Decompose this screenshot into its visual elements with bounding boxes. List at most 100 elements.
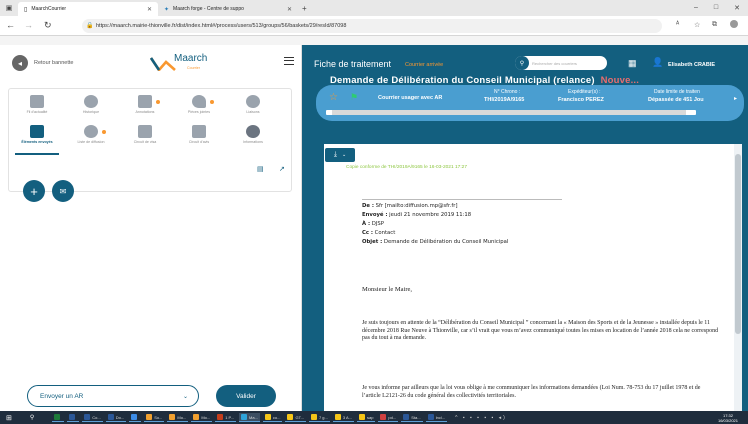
apps-grid-icon[interactable]: ▦ xyxy=(628,58,637,69)
attachments-icon xyxy=(192,95,206,108)
tool-sent-items[interactable]: Éléments envoyés xyxy=(15,125,59,144)
taskbar-item[interactable]: sap xyxy=(356,413,376,422)
tab-maarchcourrier[interactable]: ▯ MaarchCourrier ✕ xyxy=(18,2,158,16)
close-window-icon[interactable]: ✕ xyxy=(734,4,740,12)
taskbar-item[interactable]: Ma... xyxy=(239,413,260,422)
taskbar-item[interactable]: GT... xyxy=(285,413,306,422)
close-tab-icon[interactable]: ✕ xyxy=(287,6,292,13)
url-text: https://maarch.mairie-thionville.fr/dist… xyxy=(96,23,347,29)
info-arrow-icon[interactable]: ▸ xyxy=(734,95,737,102)
taskbar-item[interactable]: So... xyxy=(144,413,165,422)
active-tool-underline xyxy=(15,153,59,155)
user-name[interactable]: Elisabeth CRABIE xyxy=(668,62,715,68)
taskbar-item[interactable]: Mo... xyxy=(167,413,189,422)
menu-icon[interactable] xyxy=(284,57,294,65)
chevron-down-icon: ⌄ xyxy=(182,393,188,400)
taskbar-label: sap xyxy=(366,414,374,420)
taskbar-item[interactable]: 1 P... xyxy=(215,413,237,422)
browser-menu-icon[interactable]: ▣ xyxy=(0,1,18,15)
taskbar-item[interactable]: Sta... xyxy=(401,413,423,422)
clock[interactable]: 17:32 16/03/2021 xyxy=(718,413,738,423)
new-tab-button[interactable]: + xyxy=(302,4,307,13)
download-button[interactable]: ⤓ ⌄ xyxy=(324,147,356,163)
sender-label: Expéditeur(s) : xyxy=(568,89,601,95)
maarch-favicon-icon: ✦ xyxy=(164,6,170,13)
profile-icon[interactable] xyxy=(730,20,738,28)
search-icon[interactable]: ⚲ xyxy=(30,414,34,421)
taskbar-item[interactable]: 3 A... xyxy=(332,413,354,422)
tool-label: Fil d'actualité xyxy=(26,110,48,114)
tool-news-feed[interactable]: Fil d'actualité xyxy=(15,95,59,114)
taskbar: ⊞ ⚲ Co... Do... So... Mo... Mo... 1 P...… xyxy=(0,411,748,424)
tool-label: Liaisons xyxy=(246,110,260,114)
back-basket-label: Retour bannette xyxy=(34,60,74,66)
tool-diffusion-list[interactable]: Liste de diffusion xyxy=(69,125,113,144)
flag-icon[interactable]: ⚑ xyxy=(350,92,358,103)
edit-external-icon[interactable]: ↗ xyxy=(279,165,285,173)
tool-attachments[interactable]: Pièces jointes xyxy=(177,95,221,114)
tab-maarch-forge[interactable]: ✦ Maarch forge - Centre de suppo ✕ xyxy=(158,2,298,16)
taskbar-item[interactable]: 7 g... xyxy=(308,413,330,422)
tool-links[interactable]: Liaisons xyxy=(231,95,275,114)
taskbar-item[interactable]: Co... xyxy=(82,413,103,422)
taskbar-label: Co... xyxy=(92,414,101,420)
taskbar-item[interactable] xyxy=(52,413,65,422)
tray-icons[interactable]: ^ ▪ ▪ ▪ ▪ ▪ ◂) xyxy=(455,415,507,421)
back-basket-button[interactable]: ◂ Retour bannette xyxy=(12,55,73,71)
tool-annotations[interactable]: Annotations xyxy=(123,95,167,114)
field-key: Objet : xyxy=(362,239,383,245)
document-scrollbar[interactable] xyxy=(734,144,742,411)
validate-button[interactable]: Valider xyxy=(216,385,276,407)
tools-panel: Fil d'actualité Historique Annotations P… xyxy=(8,88,292,192)
document-icon[interactable]: ▤ xyxy=(257,165,264,173)
taskbar-label: Do... xyxy=(115,414,125,420)
mail-to: À : DJSP xyxy=(362,220,562,229)
tab-title: Maarch forge - Centre de suppo xyxy=(173,6,244,12)
search-field[interactable]: ⚲ Rechercher des courriers xyxy=(515,56,607,70)
tool-opinion-circuit[interactable]: Circuit d'avis xyxy=(177,125,221,144)
taskbar-item[interactable]: pd... xyxy=(378,413,399,422)
taskbar-item[interactable] xyxy=(67,413,80,422)
document-viewer: Copie conforme de THI/2019A/9165 le 16-0… xyxy=(324,144,734,411)
taskbar-label: 3 A... xyxy=(342,414,352,420)
user-avatar-icon[interactable]: 👤 xyxy=(652,57,663,68)
star-icon[interactable]: ☆ xyxy=(329,92,338,103)
tool-visa-circuit[interactable]: Circuit de visa xyxy=(123,125,167,144)
mail-subject: Objet : Demande de Délibération du Conse… xyxy=(362,238,562,247)
read-aloud-icon[interactable]: ᴬ xyxy=(676,21,679,28)
taskbar-item[interactable]: Incl... xyxy=(425,413,448,422)
windows-start-icon[interactable]: ⊞ xyxy=(6,414,12,422)
taskbar-item[interactable]: Do... xyxy=(105,413,127,422)
send-mail-button[interactable]: ✉ xyxy=(52,180,74,202)
plus-icon: + xyxy=(30,183,38,199)
browser-tab-bar: ▣ ▯ MaarchCourrier ✕ ✦ Maarch forge - Ce… xyxy=(0,0,748,16)
collections-icon[interactable]: ⧉ xyxy=(712,21,717,29)
maximize-icon[interactable]: □ xyxy=(714,4,718,12)
info-band-scrollbar[interactable] xyxy=(326,110,696,115)
action-select[interactable]: Envoyer un AR ⌄ xyxy=(27,385,199,407)
add-button[interactable]: + xyxy=(23,180,45,202)
document-info-band: ☆ ⚑ Courrier usager avec AR N° Chrono : … xyxy=(316,85,744,121)
url-field[interactable]: 🔒 https://maarch.mairie-thionville.fr/di… xyxy=(82,19,662,33)
tool-informations[interactable]: Informations xyxy=(231,125,275,144)
chrono-label: N° Chrono : xyxy=(494,89,521,95)
minimize-icon[interactable]: – xyxy=(694,4,698,12)
taskbar-item[interactable]: co... xyxy=(262,413,283,422)
lock-icon: 🔒 xyxy=(86,23,94,29)
list-icon xyxy=(138,125,152,138)
info-icon xyxy=(246,125,260,138)
top-spacer xyxy=(0,36,748,45)
taskbar-item[interactable]: Mo... xyxy=(191,413,213,422)
back-icon[interactable]: ← xyxy=(6,20,15,30)
reload-icon[interactable]: ↻ xyxy=(44,20,52,31)
forward-icon[interactable]: → xyxy=(24,20,33,30)
right-panel: Fiche de traitement Courrier arrivée ⚲ R… xyxy=(302,45,748,411)
tool-history[interactable]: Historique xyxy=(69,95,113,114)
taskbar-item[interactable] xyxy=(129,413,142,422)
field-value: Contact xyxy=(373,230,396,236)
favorites-icon[interactable]: ☆ xyxy=(694,21,700,29)
close-tab-icon[interactable]: ✕ xyxy=(147,6,152,13)
download-icon: ⤓ xyxy=(333,151,337,158)
taskbar-label: pd... xyxy=(388,414,397,420)
category-label: Courrier usager avec AR xyxy=(378,95,443,101)
